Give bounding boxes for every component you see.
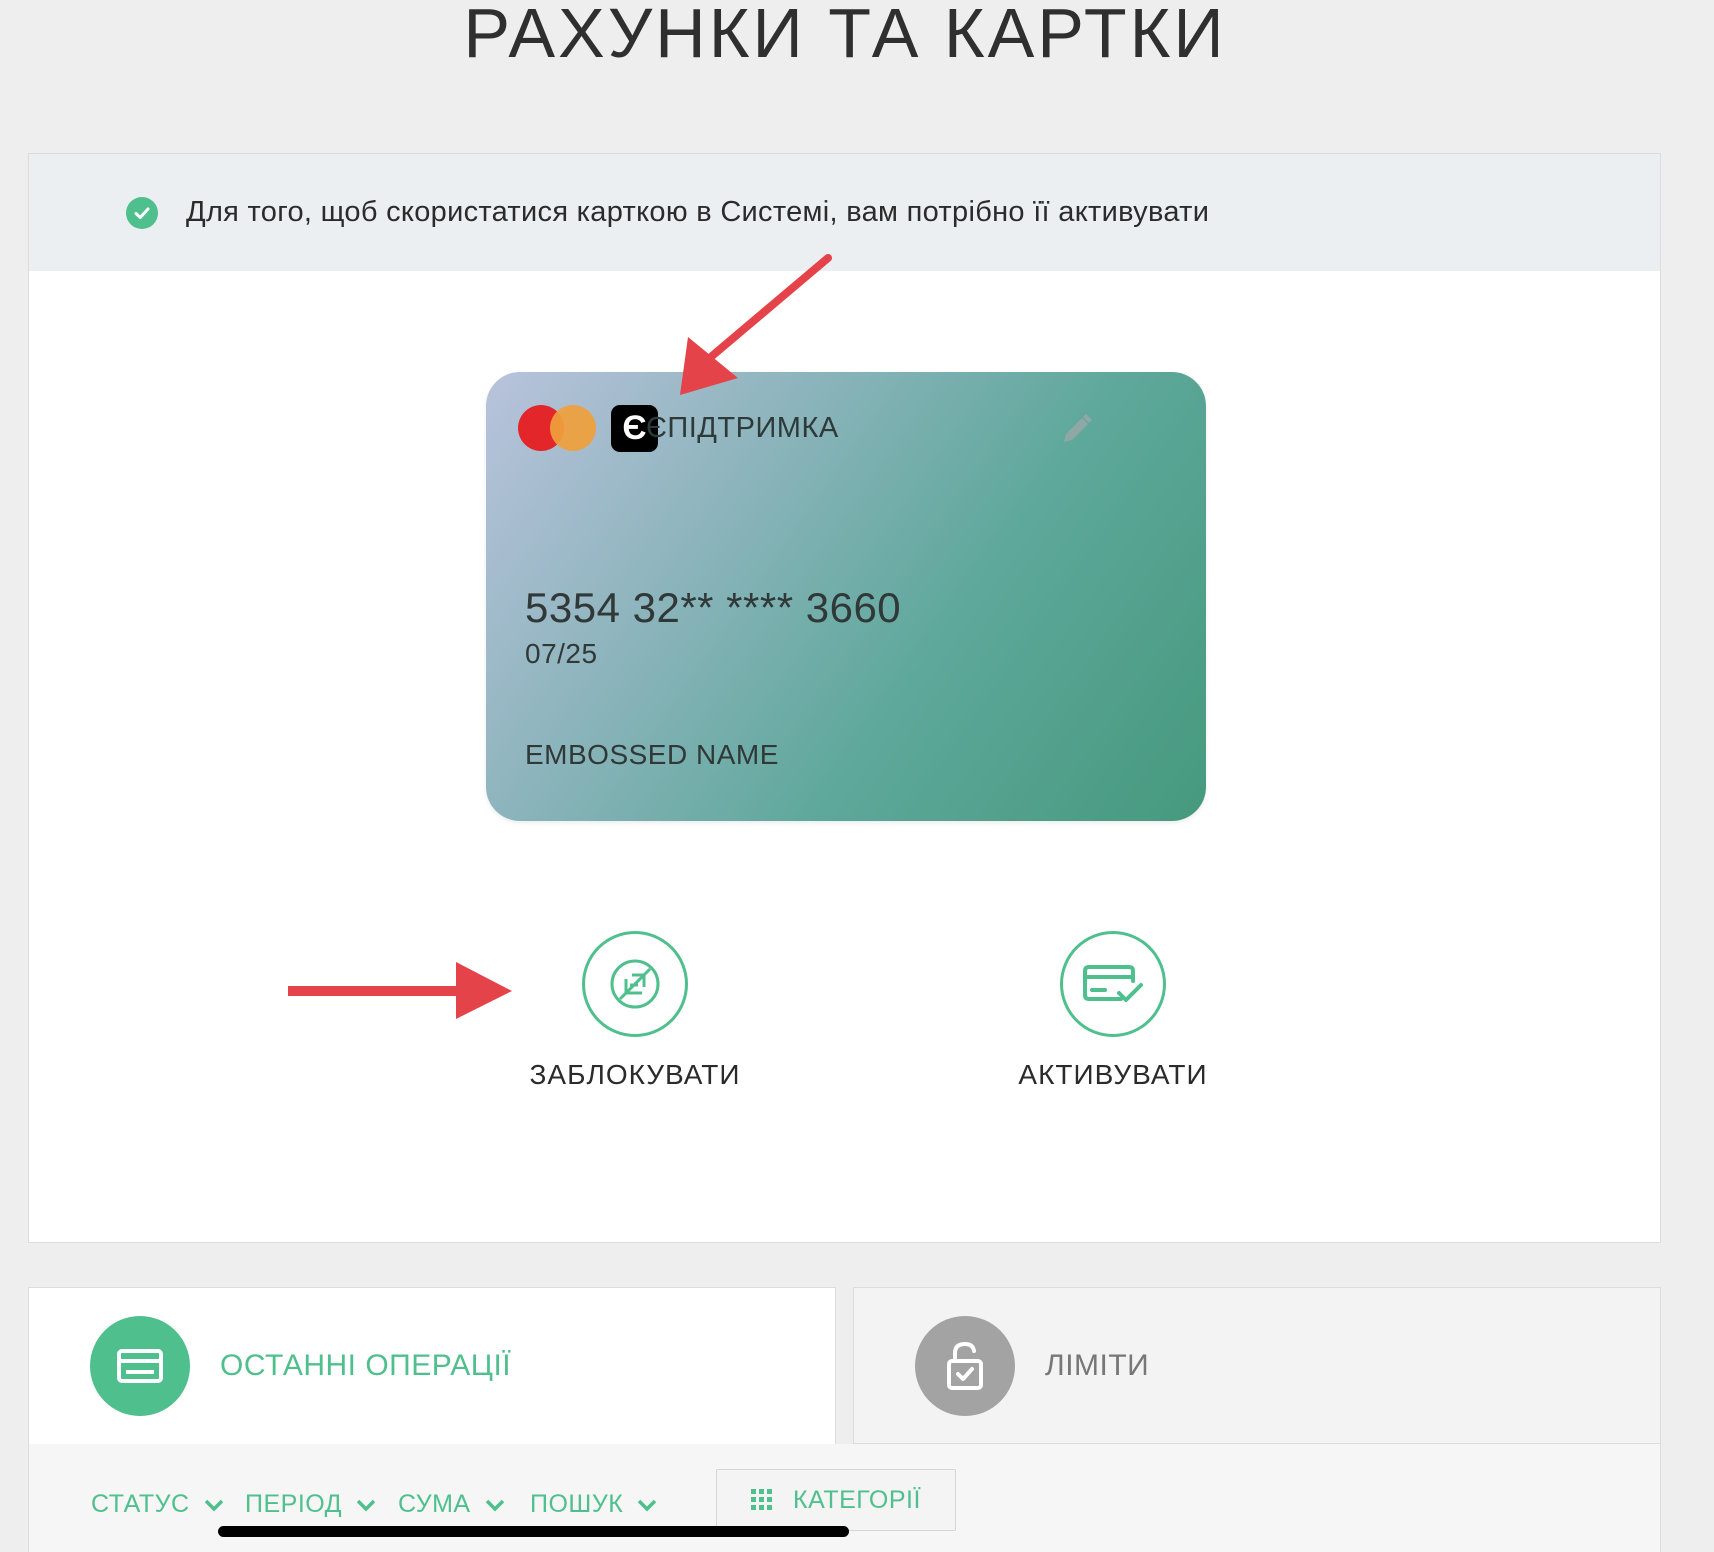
tab-recent-operations[interactable]: ОСТАННІ ОПЕРАЦІЇ [28, 1287, 836, 1444]
block-card-label: ЗАБЛОКУВАТИ [529, 1059, 741, 1090]
card-number: 5354 32** **** 3660 [525, 584, 902, 631]
card-name: ЄПІДТРИМКА [646, 412, 839, 444]
chevron-down-icon [485, 1499, 504, 1511]
lock-check-icon [915, 1315, 1015, 1416]
card-panel: Для того, щоб скористатися карткою в Сис… [28, 153, 1661, 1243]
mastercard-logo [518, 405, 596, 451]
card-icon [90, 1316, 190, 1416]
categories-button[interactable]: КАТЕГОРІЇ [716, 1469, 956, 1531]
tab-limits-label: ЛІМІТИ [1045, 1348, 1150, 1382]
tab-limits[interactable]: ЛІМІТИ [853, 1287, 1661, 1444]
block-card-button[interactable]: ЗАБЛОКУВАТИ [505, 931, 765, 1091]
bank-card[interactable]: Є ЄПІДТРИМКА 5354 32** **** 3660 07/25 E… [486, 372, 1206, 821]
status-filter-label: СТАТУС [91, 1490, 190, 1518]
check-circle-icon [126, 196, 158, 229]
card-blocked-icon [582, 931, 688, 1037]
search-filter[interactable]: ПОШУК [530, 1490, 657, 1519]
page-title: РАХУНКИ ТА КАРТКИ [463, 0, 1227, 72]
period-filter[interactable]: ПЕРІОД [245, 1490, 376, 1519]
card-expiry: 07/25 [525, 638, 598, 669]
activate-card-label: АКТИВУВАТИ [1018, 1059, 1208, 1090]
categories-label: КАТЕГОРІЇ [793, 1485, 921, 1514]
chevron-down-icon [356, 1499, 376, 1511]
activate-card-button[interactable]: АКТИВУВАТИ [983, 931, 1243, 1091]
card-check-icon [1060, 931, 1166, 1037]
grid-icon [751, 1489, 773, 1510]
page: РАХУНКИ ТА КАРТКИ Для того, щоб скориста… [0, 0, 1714, 1552]
pencil-icon[interactable] [1056, 410, 1096, 450]
activation-notice: Для того, щоб скористатися карткою в Сис… [29, 154, 1660, 271]
search-filter-label: ПОШУК [530, 1490, 624, 1518]
chevron-down-icon [638, 1499, 657, 1511]
period-filter-label: ПЕРІОД [245, 1490, 343, 1518]
home-indicator [218, 1526, 849, 1537]
tab-recent-operations-label: ОСТАННІ ОПЕРАЦІЇ [220, 1349, 512, 1382]
notice-text: Для того, щоб скористатися карткою в Сис… [186, 196, 1210, 228]
card-holder-name: EMBOSSED NAME [525, 739, 779, 770]
chevron-down-icon [204, 1499, 223, 1511]
sum-filter[interactable]: СУМА [398, 1490, 505, 1519]
sum-filter-label: СУМА [398, 1490, 471, 1518]
status-filter[interactable]: СТАТУС [91, 1490, 224, 1519]
